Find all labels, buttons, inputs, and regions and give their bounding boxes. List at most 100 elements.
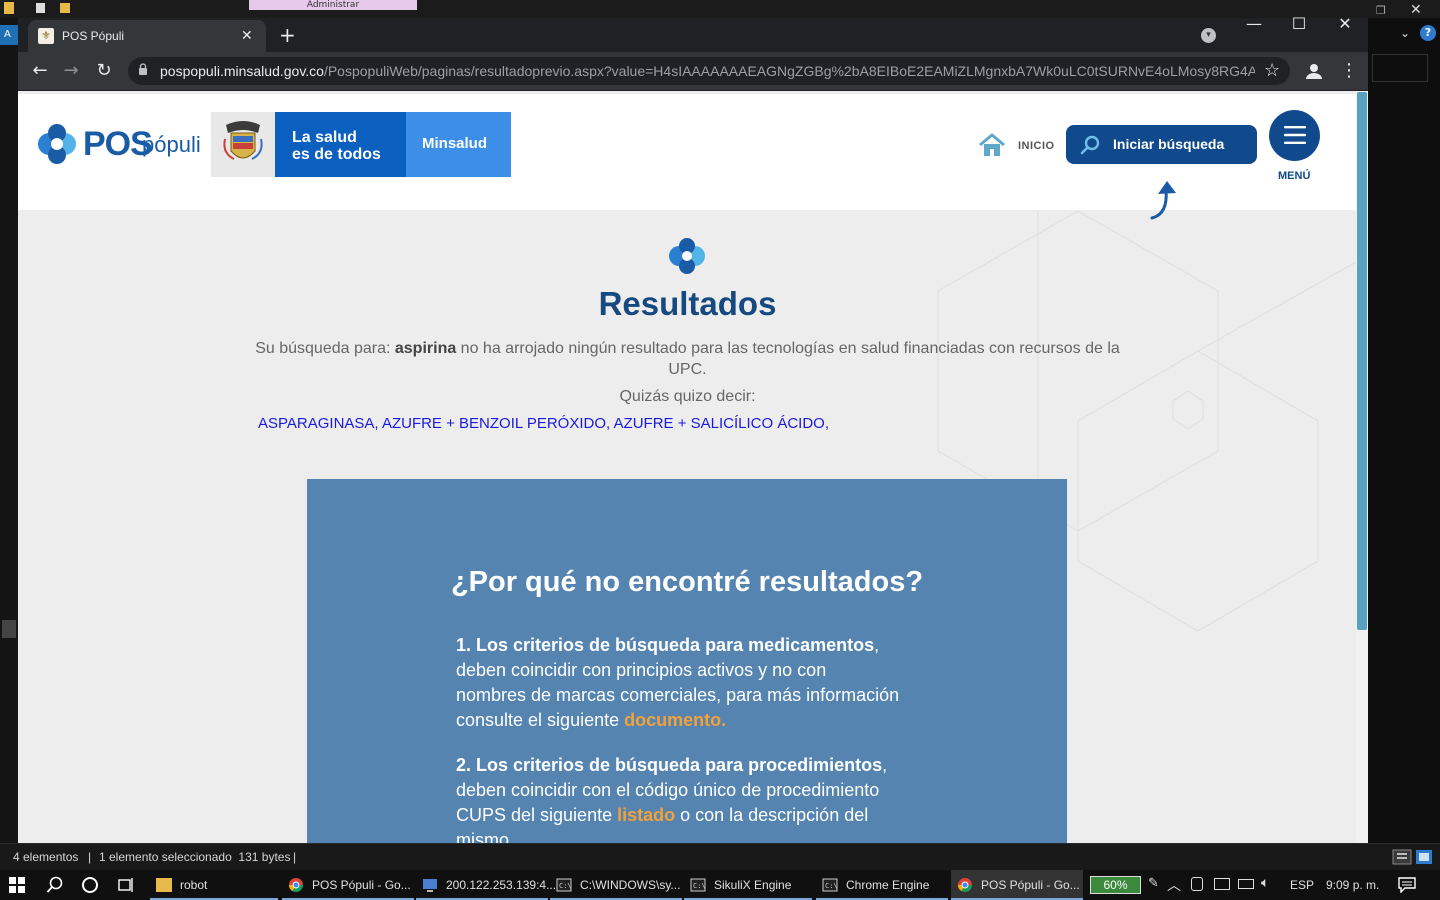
desktop-top-strip [0, 0, 1440, 18]
windows-start-icon[interactable] [9, 877, 25, 893]
forward-button[interactable]: → [58, 58, 84, 84]
suggestion-list: ASPARAGINASA, AZUFRE + BENZOIL PERÓXIDO,… [258, 414, 829, 434]
government-slogan: La salud es de todos [292, 129, 381, 163]
taskbar-app-label: 200.122.253.139:4... [446, 878, 557, 892]
page-title: Resultados [598, 285, 777, 322]
cmd-icon: C:\ [556, 878, 572, 892]
chrome-icon [289, 878, 303, 892]
taskbar-app-robot[interactable]: robot [150, 870, 278, 900]
svg-text:C:\: C:\ [825, 882, 838, 890]
folder-icon [156, 878, 172, 892]
search-query: aspirina [394, 340, 457, 357]
message-suffix: no ha arrojado ningún resultado para las… [456, 340, 1120, 378]
background-window-title: Administrar [249, 0, 417, 10]
chrome-icon [958, 878, 972, 892]
help-item-procedimientos: 2. Los criterios de búsqueda para proced… [456, 753, 901, 853]
chevron-up-icon[interactable]: ︿ [1167, 875, 1181, 895]
taskbar-app-sikulix[interactable]: C:\ SikuliX Engine [684, 870, 812, 900]
listado-link[interactable]: listado [617, 805, 675, 825]
taskbar-app-cmd[interactable]: C:\ C:\WINDOWS\sy... [550, 870, 682, 900]
favicon-icon: ⚜ [38, 28, 54, 44]
tab-search-icon[interactable]: ▾ [1201, 28, 1216, 43]
tab-close-icon[interactable]: ✕ [241, 26, 253, 46]
cmd-icon: C:\ [690, 878, 706, 892]
background-search-box [1372, 54, 1428, 82]
new-tab-button[interactable]: + [279, 23, 296, 47]
taskbar-app-chrome[interactable]: POS Pópuli - Go... [282, 870, 414, 900]
search-icon [1080, 135, 1100, 155]
pen-icon[interactable]: ✎ [1148, 876, 1159, 891]
taskbar-app-label: Chrome Engine [846, 878, 930, 892]
svg-text:C:\: C:\ [693, 882, 706, 890]
results-logo-icon [669, 238, 705, 274]
chrome-menu-icon[interactable]: ⋮ [1340, 58, 1358, 84]
menu-label[interactable]: MENÚ [1278, 169, 1310, 183]
suggestion-link[interactable]: AZUFRE + SALICÍLICO ÁCIDO, [614, 415, 829, 432]
slogan-line-2: es de todos [292, 146, 381, 163]
curved-arrow-icon [1150, 181, 1176, 220]
minimize-button[interactable]: — [1239, 14, 1269, 34]
chevron-down-icon[interactable]: ⌄ [1400, 26, 1410, 40]
taskbar-app-label: POS Pópuli - Go... [312, 878, 411, 892]
bookmark-star-icon[interactable]: ☆ [1264, 59, 1280, 83]
background-app-tab: A [0, 25, 18, 45]
volume-icon[interactable]: 🔈︎ [1261, 875, 1269, 891]
home-icon[interactable] [978, 133, 1006, 157]
taskbar-app-label: POS Pópuli - Go... [981, 878, 1080, 892]
message-prefix: Su búsqueda para: [255, 340, 395, 357]
reload-button[interactable]: ↻ [91, 58, 117, 84]
language-indicator[interactable]: ESP [1290, 870, 1314, 900]
lock-icon[interactable] [138, 63, 148, 75]
documento-link[interactable]: documento. [624, 710, 726, 730]
file-icon [36, 3, 45, 13]
background-window-right [1368, 18, 1440, 843]
task-view-icon[interactable] [117, 876, 135, 894]
remote-desktop-icon [423, 879, 437, 892]
folder-icon [4, 2, 14, 14]
notifications-icon[interactable] [1398, 877, 1416, 893]
onedrive-icon[interactable] [1191, 877, 1203, 891]
taskbar-app-chrome-active[interactable]: POS Pópuli - Go... [951, 870, 1083, 900]
suggestion-link[interactable]: ASPARAGINASA, [258, 415, 379, 432]
help-item-heading: 2. Los criterios de búsqueda para proced… [456, 755, 883, 775]
help-item-medicamentos: 1. Los criterios de búsqueda para medica… [456, 633, 901, 733]
hamburger-icon [1284, 126, 1306, 144]
taskbar-app-label: C:\WINDOWS\sy... [580, 878, 681, 892]
maximize-button[interactable]: ☐ [1284, 14, 1314, 34]
taskbar-app-chrome-engine[interactable]: C:\ Chrome Engine [816, 870, 948, 900]
suggestion-label: Quizás quizo decir: [619, 388, 756, 405]
start-search-label: Iniciar búsqueda [1113, 136, 1225, 152]
network-icon[interactable] [1214, 878, 1230, 890]
taskbar-app-remote-desktop[interactable]: 200.122.253.139:4... [416, 870, 556, 900]
help-panel-title: ¿Por qué no encontré resultados? [450, 566, 924, 598]
suggestion-link[interactable]: AZUFRE + BENZOIL PERÓXIDO, [382, 415, 610, 432]
taskbar-app-label: robot [180, 878, 208, 892]
clock[interactable]: 9:09 p. m. [1326, 870, 1379, 900]
pospopuli-logo-icon[interactable] [34, 121, 80, 167]
help-item-heading: 1. Los criterios de búsqueda para medica… [456, 635, 875, 655]
close-window-button[interactable]: ✕ [1330, 14, 1360, 34]
battery-icon[interactable] [1238, 879, 1254, 889]
help-icon[interactable]: ? [1420, 25, 1436, 41]
url-path: /PospopuliWeb/paginas/resultadoprevio.as… [323, 63, 1255, 79]
cortana-icon[interactable] [81, 876, 99, 894]
cmd-icon: C:\ [822, 878, 838, 892]
status-separator: | [88, 850, 92, 864]
restore-icon: ❐ [1376, 4, 1386, 17]
folder-icon [60, 3, 70, 13]
battery-indicator[interactable]: 60% [1090, 876, 1141, 894]
profile-icon[interactable] [1303, 60, 1325, 82]
scrollbar-thumb[interactable] [1357, 92, 1367, 630]
background-window-left [0, 18, 18, 843]
background-scroll-handle [2, 620, 16, 638]
coat-of-arms-icon [223, 121, 263, 160]
back-button[interactable]: ← [27, 58, 53, 84]
svg-text:C:\: C:\ [559, 882, 572, 890]
status-separator: | [293, 850, 297, 864]
search-icon[interactable] [46, 876, 64, 894]
tab-title: POS Pópuli [62, 29, 125, 43]
logo-text-populi[interactable]: pópuli [142, 132, 201, 158]
view-toggle-icons[interactable] [1392, 849, 1434, 865]
nav-inicio-link[interactable]: INICIO [1018, 139, 1055, 153]
url-text[interactable]: pospopuli.minsalud.gov.co/PospopuliWeb/p… [160, 62, 1255, 80]
